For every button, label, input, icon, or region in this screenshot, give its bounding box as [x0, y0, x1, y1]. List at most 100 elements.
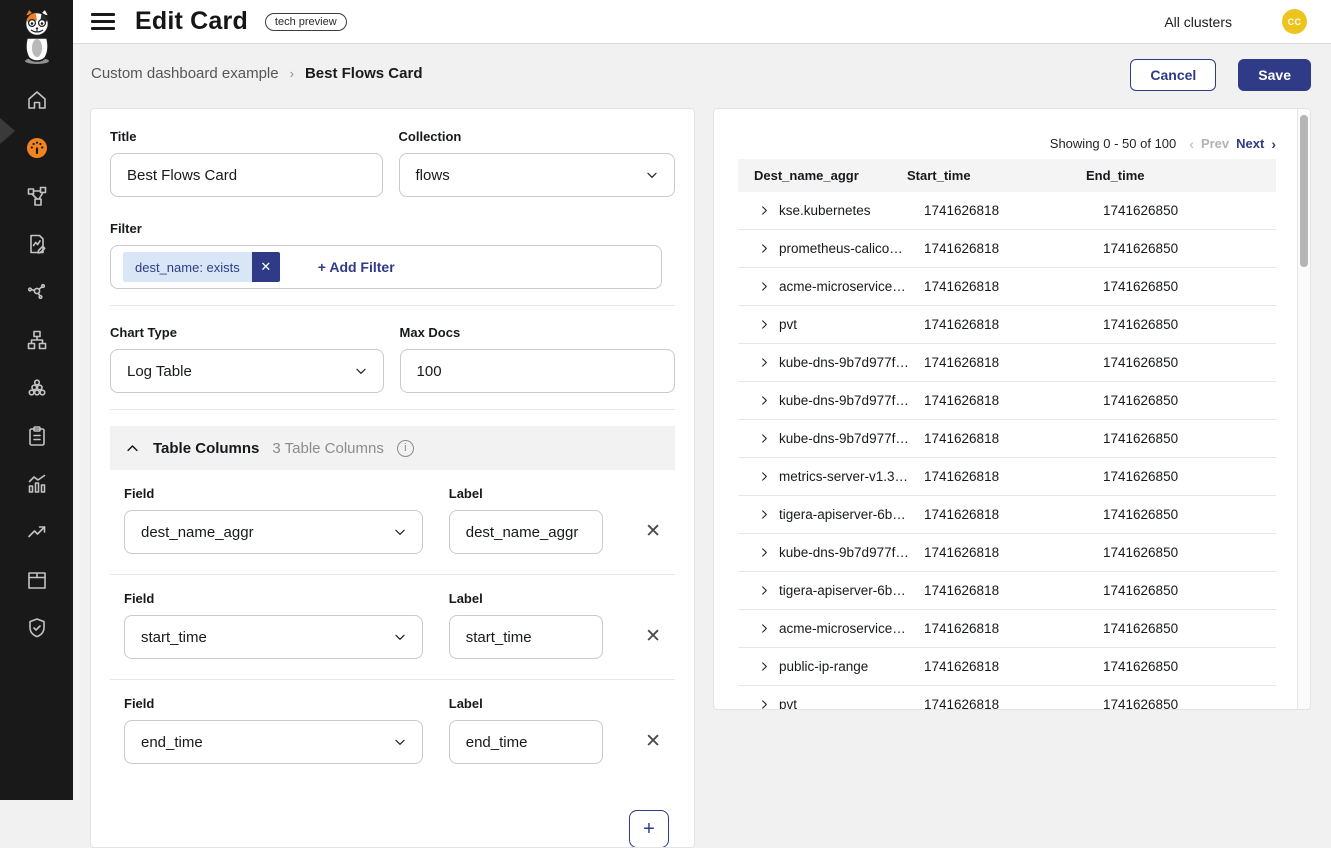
column-label-input[interactable] — [449, 615, 603, 659]
breadcrumb-chevron-icon: › — [290, 66, 294, 81]
field-select[interactable]: end_time — [124, 720, 423, 764]
table-row[interactable]: pvt 1741626818 1741626850 — [738, 686, 1276, 710]
row-expand-chevron-icon[interactable] — [759, 699, 771, 711]
row-expand-chevron-icon[interactable] — [759, 243, 771, 255]
row-expand-chevron-icon[interactable] — [759, 661, 771, 673]
sidebar-item-service-graph[interactable] — [23, 184, 51, 208]
sidebar-item-compliance[interactable] — [23, 424, 51, 448]
column-label-label: Label — [449, 696, 603, 711]
next-button[interactable]: Next — [1236, 136, 1264, 151]
sidebar-item-dashboards[interactable] — [23, 136, 51, 160]
prev-button[interactable]: Prev — [1201, 136, 1229, 151]
table-row[interactable]: prometheus-calico… 1741626818 1741626850 — [738, 230, 1276, 268]
column-label-label: Label — [449, 486, 603, 501]
sidebar-item-analytics[interactable] — [23, 472, 51, 496]
hamburger-menu-icon[interactable] — [91, 13, 115, 30]
save-button[interactable]: Save — [1238, 59, 1311, 91]
info-icon[interactable]: i — [397, 440, 414, 457]
table-row[interactable]: acme-microservice… 1741626818 1741626850 — [738, 268, 1276, 306]
table-row[interactable]: kube-dns-9b7d977f… 1741626818 1741626850 — [738, 534, 1276, 572]
sidebar-item-logs[interactable] — [23, 232, 51, 256]
row-expand-chevron-icon[interactable] — [759, 585, 771, 597]
table-row[interactable]: tigera-apiserver-6b… 1741626818 17416268… — [738, 496, 1276, 534]
calico-cat-logo — [13, 8, 61, 66]
field-value: end_time — [141, 734, 203, 751]
cell-start-time: 1741626818 — [924, 583, 1103, 598]
sidebar-item-security[interactable] — [23, 616, 51, 640]
row-expand-chevron-icon[interactable] — [759, 319, 771, 331]
column-label-input[interactable] — [449, 510, 603, 554]
sidebar-item-packages[interactable] — [23, 568, 51, 592]
table-row[interactable]: tigera-apiserver-6b… 1741626818 17416268… — [738, 572, 1276, 610]
field-select[interactable]: start_time — [124, 615, 423, 659]
cell-start-time: 1741626818 — [924, 203, 1103, 218]
cell-start-time: 1741626818 — [924, 393, 1103, 408]
table-row[interactable]: kube-dns-9b7d977f… 1741626818 1741626850 — [738, 420, 1276, 458]
chart-type-select[interactable]: Log Table — [110, 349, 384, 393]
table-row[interactable]: kse.kubernetes 1741626818 1741626850 — [738, 192, 1276, 230]
cell-dest-name-aggr: kube-dns-9b7d977f… — [779, 545, 924, 560]
table-column-editor-row: Field start_time Label ✕ — [110, 574, 675, 679]
remove-column-icon[interactable]: ✕ — [645, 627, 661, 646]
filter-chip-remove-icon[interactable]: ✕ — [252, 252, 280, 282]
field-select[interactable]: dest_name_aggr — [124, 510, 423, 554]
avatar[interactable]: CC — [1282, 9, 1307, 34]
table-row[interactable]: metrics-server-v1.3… 1741626818 17416268… — [738, 458, 1276, 496]
showing-range-text: Showing 0 - 50 of 100 — [1050, 136, 1176, 151]
cluster-selector[interactable]: All clusters — [1164, 14, 1232, 30]
cell-dest-name-aggr: kube-dns-9b7d977f… — [779, 355, 924, 370]
sidebar-nav — [0, 88, 73, 640]
row-expand-chevron-icon[interactable] — [759, 471, 771, 483]
chevron-down-icon — [393, 630, 407, 644]
cell-end-time: 1741626850 — [1103, 545, 1276, 560]
table-row[interactable]: pvt 1741626818 1741626850 — [738, 306, 1276, 344]
row-expand-chevron-icon[interactable] — [759, 433, 771, 445]
table-columns-count: 3 Table Columns — [272, 440, 383, 457]
column-header-dest-name-aggr: Dest_name_aggr — [738, 168, 907, 183]
row-expand-chevron-icon[interactable] — [759, 509, 771, 521]
cell-start-time: 1741626818 — [924, 279, 1103, 294]
table-row[interactable]: kube-dns-9b7d977f… 1741626818 1741626850 — [738, 344, 1276, 382]
cell-dest-name-aggr: pvt — [779, 317, 924, 332]
scrollbar-thumb[interactable] — [1300, 115, 1308, 267]
scrollbar-track[interactable] — [1297, 109, 1310, 709]
max-docs-input[interactable] — [400, 349, 675, 393]
cancel-button[interactable]: Cancel — [1130, 59, 1216, 91]
table-column-editor-list: Field dest_name_aggr Label ✕ — [110, 470, 675, 784]
sidebar-item-trends[interactable] — [23, 520, 51, 544]
row-expand-chevron-icon[interactable] — [759, 357, 771, 369]
remove-column-icon[interactable]: ✕ — [645, 522, 661, 541]
security-shield-icon — [25, 616, 49, 640]
table-row[interactable]: public-ip-range 1741626818 1741626850 — [738, 648, 1276, 686]
table-row[interactable]: acme-microservice… 1741626818 1741626850 — [738, 610, 1276, 648]
cell-start-time: 1741626818 — [924, 431, 1103, 446]
tech-preview-badge: tech preview — [265, 13, 347, 31]
sidebar-item-flow-visualizations[interactable] — [23, 280, 51, 304]
add-filter-button[interactable]: + Add Filter — [312, 258, 401, 276]
collection-select[interactable]: flows — [399, 153, 675, 197]
row-expand-chevron-icon[interactable] — [759, 205, 771, 217]
row-expand-chevron-icon[interactable] — [759, 395, 771, 407]
breadcrumb-parent[interactable]: Custom dashboard example — [91, 65, 279, 82]
row-expand-chevron-icon[interactable] — [759, 281, 771, 293]
title-input[interactable] — [110, 153, 383, 197]
table-row[interactable]: kube-dns-9b7d977f… 1741626818 1741626850 — [738, 382, 1276, 420]
row-expand-chevron-icon[interactable] — [759, 547, 771, 559]
chevron-down-icon — [645, 168, 659, 182]
column-header-end-time: End_time — [1086, 168, 1276, 183]
home-icon — [25, 88, 49, 112]
filter-box[interactable]: dest_name: exists ✕ + Add Filter — [110, 245, 662, 289]
sidebar-item-clusters[interactable] — [23, 376, 51, 400]
cell-dest-name-aggr: kse.kubernetes — [779, 203, 924, 218]
table-column-editor-row: Field dest_name_aggr Label ✕ — [110, 470, 675, 574]
topbar: Edit Card tech preview All clusters CC — [73, 0, 1331, 44]
row-expand-chevron-icon[interactable] — [759, 623, 771, 635]
sidebar-item-home[interactable] — [23, 88, 51, 112]
collapse-chevron-up-icon[interactable] — [125, 441, 140, 456]
trends-arrow-icon — [25, 520, 49, 544]
add-column-button[interactable]: + — [629, 810, 669, 848]
table-columns-title: Table Columns — [153, 440, 259, 457]
column-label-input[interactable] — [449, 720, 603, 764]
remove-column-icon[interactable]: ✕ — [645, 732, 661, 751]
sidebar-item-network-topology[interactable] — [23, 328, 51, 352]
